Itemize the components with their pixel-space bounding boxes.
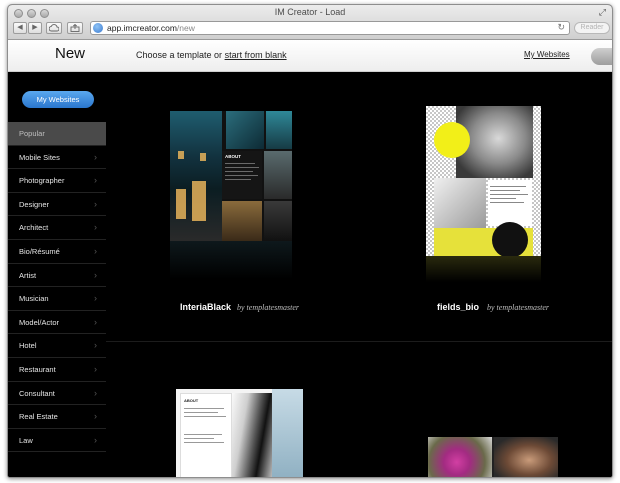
category-photographer[interactable]: Photographer › xyxy=(8,169,106,193)
icloud-tabs-button[interactable] xyxy=(46,22,62,34)
reload-icon[interactable]: ↻ xyxy=(557,22,565,33)
thumbnail-reflection xyxy=(170,241,292,279)
template-name[interactable]: fields_bio xyxy=(437,302,479,312)
portrait-photo xyxy=(494,437,558,477)
thumbnail-photo xyxy=(264,151,292,199)
category-law[interactable]: Law › xyxy=(8,429,106,453)
chevron-right-icon: › xyxy=(94,411,97,422)
chevron-right-icon: › xyxy=(94,316,97,327)
reader-button[interactable]: Reader xyxy=(574,22,610,34)
chevron-right-icon: › xyxy=(94,245,97,256)
forward-arrow-icon: ▶ xyxy=(32,24,38,31)
chevron-right-icon: › xyxy=(94,269,97,280)
category-architect[interactable]: Architect › xyxy=(8,216,106,240)
fullscreen-icon[interactable]: ⤢ xyxy=(599,7,606,18)
sky-photo xyxy=(272,389,303,477)
building-photo xyxy=(170,111,222,241)
category-model-actor[interactable]: Model/Actor › xyxy=(8,311,106,335)
chevron-right-icon: › xyxy=(94,387,97,398)
chevron-right-icon: › xyxy=(94,340,97,351)
row-divider xyxy=(106,341,612,342)
architecture-photo xyxy=(232,393,272,477)
black-circle-badge xyxy=(492,222,528,256)
forward-button[interactable]: ▶ xyxy=(28,22,42,34)
thumbnail-photo xyxy=(226,111,264,149)
site-globe-icon xyxy=(93,23,103,33)
window-title: IM Creator - Load xyxy=(274,7,346,17)
template-author: by templatesmaster xyxy=(237,303,299,312)
chevron-right-icon: › xyxy=(94,175,97,186)
template-thumbnail-fields-bio[interactable] xyxy=(426,106,541,256)
template-thumbnail-portfolio[interactable] xyxy=(428,437,558,477)
category-sidebar: My Websites Popular Mobile Sites › Photog… xyxy=(8,73,106,477)
browser-window: IM Creator - Load ⤢ ◀ ▶ app.imcreator.co… xyxy=(7,4,613,478)
my-websites-link[interactable]: My Websites xyxy=(524,50,570,59)
yellow-circle-badge xyxy=(434,122,470,158)
page-title: New xyxy=(55,45,86,62)
browser-titlebar: IM Creator - Load ⤢ ◀ ▶ app.imcreator.co… xyxy=(8,5,612,40)
share-button[interactable] xyxy=(67,22,83,34)
category-consultant[interactable]: Consultant › xyxy=(8,382,106,406)
template-name[interactable]: InteriaBlack xyxy=(180,302,231,312)
template-thumbnail-interiablack[interactable]: ABOUT xyxy=(170,111,292,241)
chevron-right-icon: › xyxy=(94,363,97,374)
back-button[interactable]: ◀ xyxy=(13,22,27,34)
start-from-blank-link[interactable]: start from blank xyxy=(225,50,287,60)
flower-photo xyxy=(428,437,492,477)
my-websites-button[interactable]: My Websites xyxy=(22,91,94,108)
category-mobile-sites[interactable]: Mobile Sites › xyxy=(8,146,106,170)
category-artist[interactable]: Artist › xyxy=(8,264,106,288)
back-arrow-icon: ◀ xyxy=(17,24,23,31)
page-preview: ABOUT xyxy=(180,393,232,477)
cloud-icon xyxy=(48,24,60,32)
category-musician[interactable]: Musician › xyxy=(8,287,106,311)
architecture-photo xyxy=(434,178,486,228)
share-icon xyxy=(70,23,80,32)
category-popular[interactable]: Popular xyxy=(8,122,106,146)
chevron-right-icon: › xyxy=(94,293,97,304)
header-pill-button[interactable] xyxy=(591,48,612,65)
template-gallery: ABOUT InteriaBlack by templatesmaster fi… xyxy=(106,73,612,477)
category-designer[interactable]: Designer › xyxy=(8,193,106,217)
thumbnail-photo xyxy=(222,201,262,241)
app-header: New Choose a template or start from blan… xyxy=(8,40,612,72)
template-author: by templatesmaster xyxy=(487,303,549,312)
chevron-right-icon: › xyxy=(94,198,97,209)
category-restaurant[interactable]: Restaurant › xyxy=(8,358,106,382)
thumbnail-photo xyxy=(264,201,292,241)
category-bio-resume[interactable]: Bio/Résumé › xyxy=(8,240,106,264)
category-real-estate[interactable]: Real Estate › xyxy=(8,405,106,429)
address-bar[interactable]: app.imcreator.com/new ↻ xyxy=(90,21,570,35)
chevron-right-icon: › xyxy=(94,222,97,233)
thumbnail-reflection xyxy=(426,256,541,282)
template-prompt: Choose a template or start from blank xyxy=(136,50,287,60)
thumbnail-photo xyxy=(266,111,292,149)
chevron-right-icon: › xyxy=(94,151,97,162)
about-block: ABOUT xyxy=(222,151,262,199)
bio-text-block xyxy=(488,180,532,226)
template-thumbnail-architecture[interactable]: ABOUT xyxy=(176,389,303,477)
address-text: app.imcreator.com/new xyxy=(107,23,195,33)
category-list: Popular Mobile Sites › Photographer › Desi… xyxy=(8,122,106,453)
chevron-right-icon: › xyxy=(94,434,97,445)
category-hotel[interactable]: Hotel › xyxy=(8,334,106,358)
